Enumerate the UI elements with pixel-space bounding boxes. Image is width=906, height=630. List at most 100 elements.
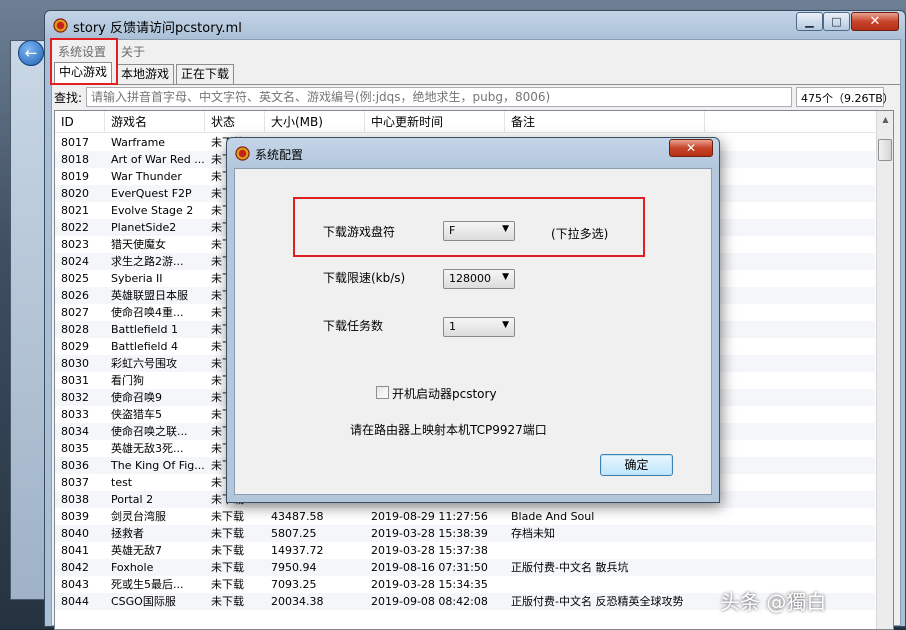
cell-name: The King Of Fig... (111, 459, 205, 472)
cell-status: 未下载 (211, 510, 244, 523)
cell-time: 2019-03-28 15:34:35 (371, 578, 488, 591)
cell-id: 8041 (61, 544, 89, 557)
cell-name: EverQuest F2P (111, 187, 192, 200)
cell-id: 8024 (61, 255, 89, 268)
cell-id: 8035 (61, 442, 89, 455)
cell-id: 8022 (61, 221, 89, 234)
tab-downloading[interactable]: 正在下载 (176, 64, 235, 84)
table-row[interactable]: 8042 Foxhole 未下载 7950.94 2019-08-16 07:31:50… (55, 559, 875, 576)
column-header-status[interactable]: 状态 (205, 111, 265, 133)
cell-name: 求生之路2游... (111, 255, 184, 268)
cell-name: War Thunder (111, 170, 182, 183)
cell-id: 8023 (61, 238, 89, 251)
cell-size: 7093.25 (271, 578, 317, 591)
cell-note: 存档未知 (511, 527, 555, 540)
cell-id: 8029 (61, 340, 89, 353)
cell-id: 8032 (61, 391, 89, 404)
cell-note (505, 576, 705, 593)
search-label: 查找: (54, 91, 83, 105)
cell-id: 8033 (61, 408, 89, 421)
watermark-text: 头条 @獨白 (720, 590, 827, 614)
highlight-box-settings (50, 38, 118, 85)
cell-id: 8028 (61, 323, 89, 336)
column-header-name[interactable]: 游戏名 (105, 111, 205, 133)
cell-time: 2019-03-28 15:38:39 (371, 527, 488, 540)
column-header-id[interactable]: ID (55, 111, 105, 133)
cell-size: 20034.38 (271, 595, 324, 608)
minimize-button[interactable]: ▁ (796, 12, 823, 31)
cell-name: Evolve Stage 2 (111, 204, 194, 217)
cell-name: test (111, 476, 133, 489)
scroll-up-icon[interactable]: ▲ (877, 111, 893, 128)
cell-time: 2019-08-16 07:31:50 (371, 561, 488, 574)
table-row[interactable]: 8040 拯救者 未下载 5807.25 2019-03-28 15:38:39 存档未知 (55, 525, 875, 542)
speed-limit-label: 下载限速(kb/s) (323, 271, 406, 285)
cell-status: 未下载 (211, 595, 244, 608)
cell-status: 未下载 (211, 527, 244, 540)
game-count-display: 475个（9.26TB） (796, 87, 894, 107)
cell-name: 英雄无敌7 (111, 544, 162, 557)
tab-bar: 中心游戏 本地游戏 正在下载 (52, 62, 900, 84)
cell-name: Foxhole (111, 561, 154, 574)
cell-id: 8031 (61, 374, 89, 387)
menu-about[interactable]: 关于 (121, 43, 145, 60)
cell-id: 8017 (61, 136, 89, 149)
cell-name: PlanetSide2 (111, 221, 177, 234)
column-header-update-time[interactable]: 中心更新时间 (365, 111, 505, 133)
task-count-value: 1 (449, 320, 456, 333)
cell-id: 8030 (61, 357, 89, 370)
cell-note: Blade And Soul (511, 510, 595, 523)
cell-id: 8018 (61, 153, 89, 166)
dialog-close-button[interactable]: ✕ (669, 139, 713, 157)
cell-id: 8036 (61, 459, 89, 472)
scrollbar-thumb[interactable] (878, 139, 892, 161)
close-button[interactable]: ✕ (851, 12, 899, 31)
chevron-down-icon: ▼ (502, 320, 509, 330)
cell-name: Warframe (111, 136, 166, 149)
chevron-down-icon: ▼ (502, 224, 509, 234)
cell-size: 43487.58 (271, 510, 324, 523)
dialog-emblem-icon (235, 146, 250, 161)
search-row: 查找: 475个（9.26TB） (52, 84, 900, 108)
cell-id: 8044 (61, 595, 89, 608)
ok-button[interactable]: 确定 (600, 454, 673, 476)
table-row[interactable]: 8039 剑灵台湾服 未下载 43487.58 2019-08-29 11:27:56 B… (55, 508, 875, 525)
drive-label: 下载游戏盘符 (323, 225, 396, 239)
speed-limit-select[interactable]: 128000 ▼ (443, 269, 515, 289)
back-arrow-icon: ← (18, 40, 44, 66)
cell-note: 正版付费-中文名 散兵坑 (511, 561, 629, 574)
cell-name: Portal 2 (111, 493, 154, 506)
task-count-select[interactable]: 1 ▼ (443, 317, 515, 337)
cell-name: CSGO国际服 (111, 595, 176, 608)
cell-id: 8038 (61, 493, 89, 506)
maximize-button[interactable]: □ (823, 12, 850, 31)
table-row[interactable]: 8041 英雄无敌7 未下载 14937.72 2019-03-28 15:37:38 (55, 542, 875, 559)
dialog-title: 系统配置 (255, 148, 304, 162)
title-bar[interactable]: story 反馈请访问pcstory.ml ▁ □ ✕ (45, 11, 905, 39)
cell-note: 正版付费-中文名 反恐精英全球攻势 (511, 595, 684, 608)
speed-limit-value: 128000 (449, 272, 491, 285)
cell-name: 侠盗猎车5 (111, 408, 162, 421)
cell-name: 看门狗 (111, 374, 144, 387)
autostart-label: 开机启动器pcstory (392, 387, 497, 401)
cell-name: 拯救者 (111, 527, 144, 540)
cell-status: 未下载 (211, 578, 244, 591)
tab-local-games[interactable]: 本地游戏 (116, 64, 175, 84)
cell-name: Battlefield 4 (111, 340, 178, 353)
cell-id: 8039 (61, 510, 89, 523)
system-config-dialog: 系统配置 ✕ 下载游戏盘符 F ▼ (下拉多选) 下载限速(kb/s) 1280… (226, 137, 720, 503)
cell-name: Syberia II (111, 272, 163, 285)
cell-name: 死或生5最后... (111, 578, 184, 591)
column-header-note[interactable]: 备注 (505, 111, 705, 133)
cell-name: 英雄无敌3死... (111, 442, 184, 455)
cell-id: 8020 (61, 187, 89, 200)
drive-select[interactable]: F ▼ (443, 221, 515, 241)
cell-name: 使命召唤9 (111, 391, 162, 404)
column-header-size[interactable]: 大小(MB) (265, 111, 365, 133)
window-title: story 反馈请访问pcstory.ml (73, 21, 242, 36)
autostart-checkbox[interactable] (376, 386, 389, 399)
drive-select-value: F (449, 224, 456, 237)
cell-id: 8019 (61, 170, 89, 183)
search-input[interactable] (86, 87, 792, 107)
vertical-scrollbar[interactable]: ▲ (876, 111, 893, 629)
